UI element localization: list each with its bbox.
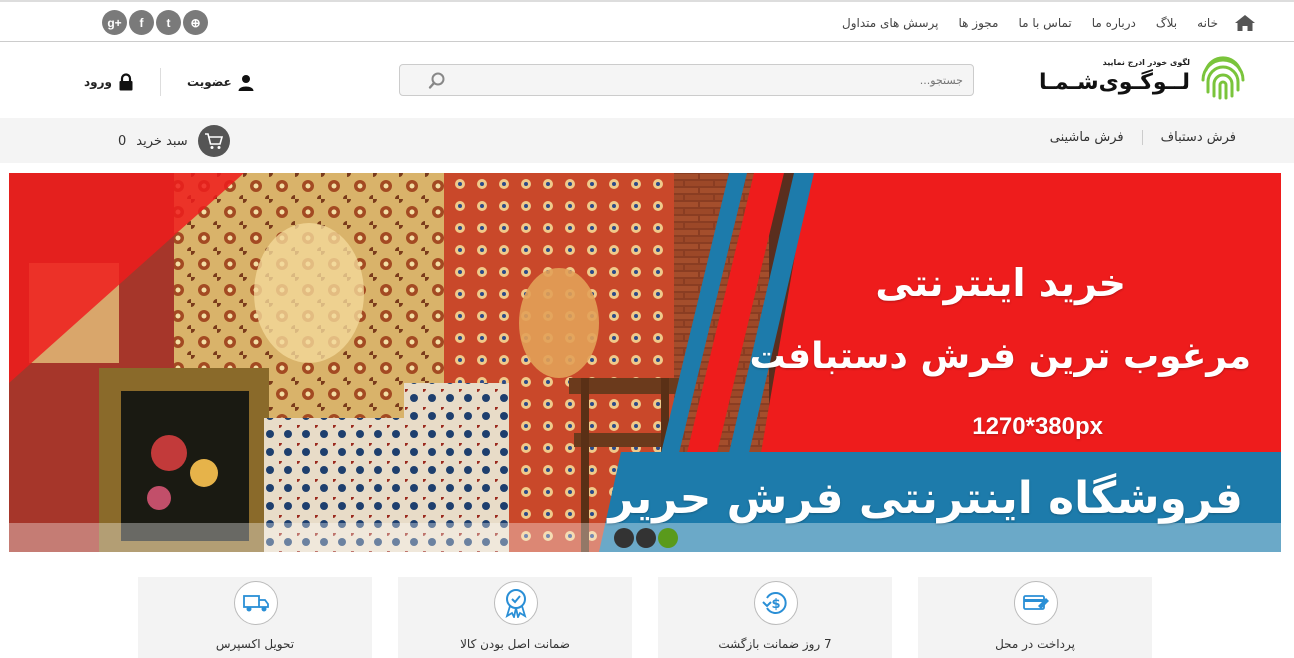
login-link[interactable]: ورود	[84, 73, 134, 91]
feature-authenticity: ضمانت اصل بودن کالا	[398, 577, 632, 658]
register-link[interactable]: عضویت	[187, 74, 254, 91]
category-handmade-carpet[interactable]: فرش دستباف	[1141, 130, 1236, 145]
feature-label: 7 روز ضمانت بازگشت	[718, 637, 832, 651]
banner-store-name: فروشگاه اینترنتی فرش حریر	[608, 473, 1243, 524]
cart-button[interactable]: 0 سبد خرید	[118, 125, 230, 157]
money-back-icon: $	[754, 581, 798, 625]
nav-contact[interactable]: تماس با ما	[1018, 16, 1071, 30]
banner-dimensions: 1270*380px	[972, 413, 1103, 440]
user-icon	[238, 74, 254, 91]
category-menu: فرش دستباف فرش ماشینی	[1032, 130, 1236, 145]
hero-slider[interactable]: خرید اینترنتی مرغوب ترین فرش دستبافت 127…	[9, 173, 1281, 552]
facebook-icon[interactable]: f	[129, 10, 154, 35]
slider-pagination	[614, 528, 678, 548]
lock-icon	[119, 73, 133, 91]
slider-dot-1[interactable]	[614, 528, 634, 548]
top-bar: g+ f t ⊕ خانه بلاگ درباره ما تماس با ما …	[0, 0, 1294, 42]
search-box	[399, 64, 974, 96]
google-plus-icon[interactable]: g+	[102, 10, 127, 35]
nav-licenses[interactable]: مجوز ها	[959, 16, 999, 30]
register-label: عضویت	[186, 75, 232, 89]
slider-dot-3[interactable]	[658, 528, 678, 548]
slider-dot-2[interactable]	[636, 528, 656, 548]
banner-headline: خرید اینترنتی	[875, 261, 1126, 305]
delivery-truck-icon	[234, 581, 278, 625]
svg-text:$: $	[771, 597, 780, 612]
auth-links: ورود عضویت	[84, 68, 254, 96]
feature-money-back: $ 7 روز ضمانت بازگشت	[658, 577, 892, 658]
banner-subheadline: مرغوب ترین فرش دستبافت	[749, 336, 1251, 377]
feature-label: پرداخت در محل	[995, 637, 1075, 651]
search-input[interactable]	[463, 70, 963, 90]
logo-name: لــوگـوی‌شـمـا	[1038, 70, 1191, 95]
top-nav: خانه بلاگ درباره ما تماس با ما مجوز ها پ…	[842, 14, 1256, 32]
auth-divider	[159, 68, 161, 96]
nav-blog[interactable]: بلاگ	[1156, 16, 1177, 30]
feature-label: تحویل اکسپرس	[215, 637, 295, 651]
feature-cash-on-delivery: پرداخت در محل	[918, 577, 1152, 658]
nav-faq[interactable]: پرسش های متداول	[842, 16, 939, 30]
nav-about[interactable]: درباره ما	[1092, 16, 1136, 30]
search-icon[interactable]	[428, 72, 446, 90]
feature-express-delivery: تحویل اکسپرس	[138, 577, 372, 658]
category-bar: فرش دستباف فرش ماشینی 0 سبد خرید	[0, 118, 1294, 163]
cart-label: سبد خرید	[136, 133, 188, 149]
dribbble-icon[interactable]: ⊕	[183, 10, 208, 35]
cart-icon	[197, 125, 230, 157]
site-logo[interactable]: لگوی خودر ادرج نمایید لــوگـوی‌شـمـا	[1039, 52, 1248, 104]
twitter-icon[interactable]: t	[156, 10, 181, 35]
card-payment-icon	[1014, 581, 1058, 625]
fingerprint-logo-icon	[1201, 56, 1245, 100]
login-label: ورود	[84, 75, 112, 89]
home-icon[interactable]	[1234, 14, 1256, 32]
category-machine-carpet[interactable]: فرش ماشینی	[1032, 130, 1142, 145]
social-links: g+ f t ⊕	[102, 10, 208, 35]
nav-home[interactable]: خانه	[1197, 16, 1218, 30]
logo-tagline: لگوی خودر ادرج نمایید	[1102, 58, 1190, 67]
feature-label: ضمانت اصل بودن کالا	[460, 637, 570, 651]
quality-badge-icon	[494, 581, 538, 625]
cart-count: 0	[118, 133, 127, 149]
